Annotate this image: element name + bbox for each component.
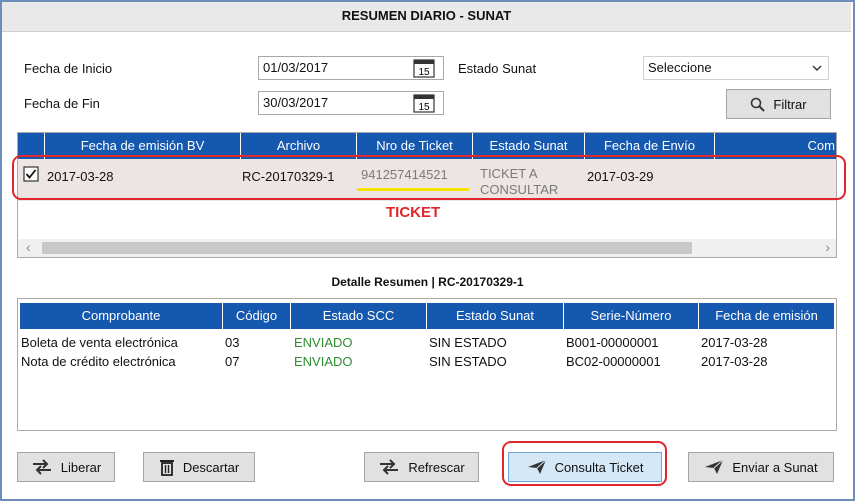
detalle-title: Detalle Resumen | RC-20170329-1 — [331, 275, 524, 289]
col-codigo[interactable]: Código — [223, 303, 291, 329]
refrescar-label: Refrescar — [408, 459, 465, 475]
annotation-button-box — [502, 441, 667, 486]
chevron-down-icon — [812, 65, 822, 71]
row2-codigo: 07 — [225, 354, 240, 369]
detalle-grid[interactable]: Comprobante Código Estado SCC Estado Sun… — [17, 298, 837, 431]
swap-icon — [32, 459, 51, 475]
row2-comprobante: Nota de crédito electrónica — [21, 354, 176, 369]
refrescar-button[interactable]: Refrescar — [364, 452, 479, 482]
calendar-day: 15 — [418, 67, 430, 78]
enviar-sunat-label: Enviar a Sunat — [732, 459, 818, 475]
col-fecha-emision-det[interactable]: Fecha de emisión — [699, 303, 835, 329]
col-estado-sunat-det[interactable]: Estado Sunat — [427, 303, 564, 329]
col-comprobante-det[interactable]: Comprobante — [20, 303, 223, 329]
estado-sunat-value: Seleccione — [648, 60, 712, 75]
scroll-right-icon[interactable]: › — [825, 239, 830, 255]
descartar-label: Descartar — [182, 459, 240, 475]
row2-fecha: 2017-03-28 — [701, 354, 768, 369]
annotation-label: TICKET — [386, 204, 441, 221]
trash-icon — [159, 460, 174, 476]
fecha-fin-value: 30/03/2017 — [263, 95, 329, 110]
row2-estado-scc: ENVIADO — [294, 354, 353, 369]
row2-serie: BC02-00000001 — [566, 354, 661, 369]
estado-sunat-select[interactable]: Seleccione — [643, 56, 829, 80]
fecha-fin-label: Fecha de Fin — [24, 96, 100, 111]
row1-serie: B001-00000001 — [566, 335, 659, 350]
descartar-button[interactable]: Descartar — [143, 452, 255, 482]
calendar-icon[interactable]: 15 — [413, 93, 435, 113]
calendar-icon[interactable]: 15 — [413, 58, 435, 78]
row1-comprobante: Boleta de venta electrónica — [21, 335, 178, 350]
liberar-label: Liberar — [60, 459, 102, 475]
col-serie-numero[interactable]: Serie-Número — [564, 303, 699, 329]
scroll-left-icon[interactable]: ‹ — [26, 239, 31, 255]
calendar-day: 15 — [418, 102, 430, 113]
filtrar-label: Filtrar — [773, 96, 807, 112]
estado-sunat-label: Estado Sunat — [458, 61, 537, 76]
row1-estado-sunat: SIN ESTADO — [429, 335, 507, 350]
send-icon — [705, 459, 724, 474]
row1-fecha: 2017-03-28 — [701, 335, 768, 350]
scroll-thumb[interactable] — [42, 242, 692, 254]
fecha-inicio-value: 01/03/2017 — [263, 60, 329, 75]
liberar-button[interactable]: Liberar — [17, 452, 115, 482]
annotation-row-box — [12, 155, 846, 200]
window-title: RESUMEN DIARIO - SUNAT — [2, 2, 851, 32]
row1-codigo: 03 — [225, 335, 240, 350]
refresh-icon — [380, 459, 399, 475]
fecha-inicio-label: Fecha de Inicio — [24, 61, 113, 76]
horizontal-scrollbar[interactable]: ‹ › — [18, 239, 836, 257]
enviar-sunat-button[interactable]: Enviar a Sunat — [688, 452, 834, 482]
filtrar-button[interactable]: Filtrar — [726, 89, 831, 119]
col-estado-scc[interactable]: Estado SCC — [291, 303, 427, 329]
row1-estado-scc: ENVIADO — [294, 335, 353, 350]
search-icon — [751, 97, 766, 112]
row2-estado-sunat: SIN ESTADO — [429, 354, 507, 369]
